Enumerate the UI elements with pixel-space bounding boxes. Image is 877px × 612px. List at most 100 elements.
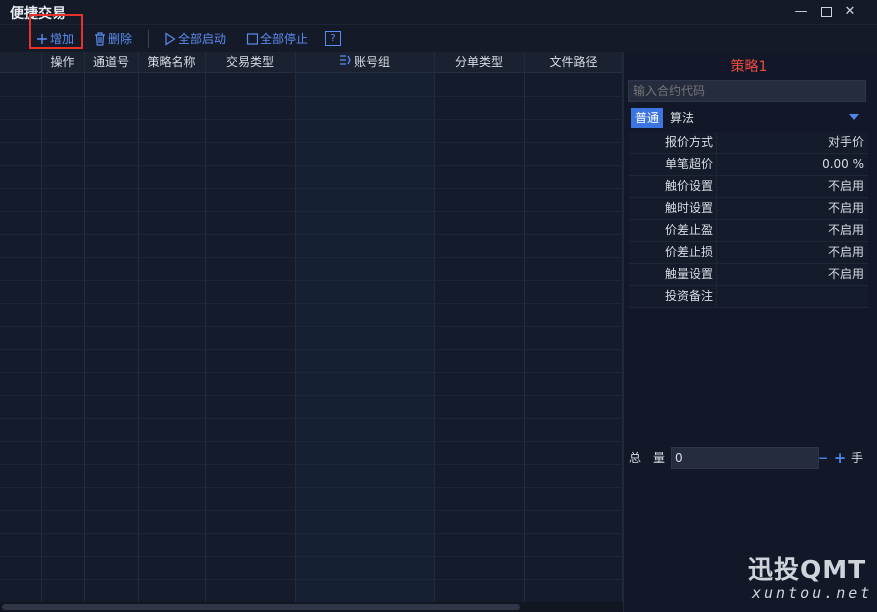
toolbar: 增加 删除 全部启动 全部停止 ? bbox=[0, 25, 877, 52]
account-group-column-bg bbox=[295, 73, 434, 602]
grid-row-divider bbox=[0, 349, 623, 350]
column-header-file-path[interactable]: 文件路径 bbox=[524, 52, 623, 73]
grid-row-divider bbox=[0, 533, 623, 534]
contract-code-input[interactable] bbox=[628, 80, 866, 102]
grid-row-divider bbox=[0, 280, 623, 281]
grid-row-divider bbox=[0, 395, 623, 396]
add-button-label: 增加 bbox=[50, 32, 75, 46]
help-button[interactable]: ? bbox=[325, 31, 341, 46]
grid-row-divider bbox=[0, 303, 623, 304]
column-header-operation[interactable]: 操作 bbox=[41, 52, 84, 73]
account-group-label: 账号组 bbox=[353, 55, 390, 69]
grid-row-divider bbox=[0, 188, 623, 189]
grid-row-divider bbox=[0, 211, 623, 212]
grid-row-divider bbox=[0, 234, 623, 235]
column-header-split-type[interactable]: 分单类型 bbox=[434, 52, 524, 73]
grid-column-divider bbox=[84, 52, 85, 602]
grid-row-divider bbox=[0, 487, 623, 488]
total-quantity-label: 总量 bbox=[629, 451, 678, 465]
account-group-icon bbox=[339, 52, 351, 72]
chevron-down-icon[interactable] bbox=[849, 114, 859, 120]
decrease-quantity-button[interactable]: − bbox=[817, 447, 829, 469]
param-value[interactable]: 不启用 bbox=[718, 176, 868, 197]
param-value[interactable]: 对手价 bbox=[718, 132, 868, 153]
param-name: 价差止盈 bbox=[629, 220, 717, 241]
minimize-button[interactable]: — bbox=[791, 3, 811, 21]
trash-icon bbox=[94, 30, 106, 53]
grid-column-divider bbox=[295, 52, 296, 602]
start-all-button[interactable]: 全部启动 bbox=[164, 30, 226, 48]
grid-row-divider bbox=[0, 326, 623, 327]
grid-row-divider bbox=[0, 510, 623, 511]
param-table: 报价方式 对手价 单笔超价 0.00 % 触价设置 不启用 触时设置 不启用 价差止盈不… bbox=[629, 132, 868, 308]
grid-row-divider bbox=[0, 418, 623, 419]
grid-row-divider bbox=[0, 119, 623, 120]
mode-normal-tab[interactable]: 普通 bbox=[631, 108, 663, 128]
mode-algo-tab[interactable]: 算法 bbox=[670, 108, 694, 128]
param-row: 触量设置 不启用 bbox=[629, 264, 868, 286]
quantity-unit: 手 bbox=[851, 451, 864, 465]
plus-icon bbox=[36, 30, 48, 53]
param-name: 触时设置 bbox=[629, 198, 717, 219]
grid-column-divider bbox=[41, 52, 42, 602]
column-header-strategy-name[interactable]: 策略名称 bbox=[138, 52, 205, 73]
strategy-title: 策略1 bbox=[730, 59, 768, 75]
grid-column-divider bbox=[138, 52, 139, 602]
param-value[interactable]: 不启用 bbox=[718, 242, 868, 263]
grid-column-divider bbox=[434, 52, 435, 602]
stop-all-button[interactable]: 全部停止 bbox=[246, 30, 308, 48]
grid-row-divider bbox=[0, 464, 623, 465]
grid-column-divider bbox=[205, 52, 206, 602]
param-name: 报价方式 bbox=[629, 132, 717, 153]
param-row: 投资备注 bbox=[629, 286, 868, 308]
grid-column-divider bbox=[524, 52, 525, 602]
param-value[interactable]: 不启用 bbox=[718, 220, 868, 241]
table-header: 操作 通道号 策略名称 交易类型 账号组 分单类型 文件路径 bbox=[0, 52, 623, 73]
start-all-label: 全部启动 bbox=[178, 32, 227, 46]
param-row: 触时设置 不启用 bbox=[629, 198, 868, 220]
play-icon bbox=[164, 30, 176, 53]
column-header-account-group[interactable]: 账号组 bbox=[295, 52, 434, 73]
window-title: 便捷交易 bbox=[10, 6, 66, 22]
grid-row-divider bbox=[0, 96, 623, 97]
param-name: 触量设置 bbox=[629, 264, 717, 285]
grid-row-divider bbox=[0, 556, 623, 557]
param-row: 单笔超价 0.00 % bbox=[629, 154, 868, 176]
title-bar: 便捷交易 — ✕ bbox=[0, 0, 877, 25]
delete-button-label: 删除 bbox=[108, 32, 133, 46]
param-row: 报价方式 对手价 bbox=[629, 132, 868, 154]
param-value[interactable]: 不启用 bbox=[718, 198, 868, 219]
close-button[interactable]: ✕ bbox=[840, 3, 860, 21]
horizontal-scrollbar[interactable] bbox=[0, 602, 623, 612]
param-row: 价差止盈 不启用 bbox=[629, 220, 868, 242]
grid-row-divider bbox=[0, 257, 623, 258]
param-name: 触价设置 bbox=[629, 176, 717, 197]
column-header-trade-type[interactable]: 交易类型 bbox=[205, 52, 295, 73]
maximize-button[interactable] bbox=[816, 3, 836, 21]
param-row: 价差止损 不启用 bbox=[629, 242, 868, 264]
increase-quantity-button[interactable]: + bbox=[833, 447, 847, 469]
watermark-brand: 迅投QMT bbox=[748, 555, 867, 584]
quantity-input[interactable]: 0 bbox=[671, 447, 819, 469]
param-row: 触价设置 不启用 bbox=[629, 176, 868, 198]
param-value[interactable]: 不启用 bbox=[718, 264, 868, 285]
column-header-channel[interactable]: 通道号 bbox=[84, 52, 138, 73]
maximize-icon bbox=[820, 6, 832, 17]
grid-row-divider bbox=[0, 441, 623, 442]
stop-all-label: 全部停止 bbox=[260, 32, 309, 46]
toolbar-divider bbox=[148, 30, 149, 48]
delete-button[interactable]: 删除 bbox=[94, 30, 132, 48]
grid-row-divider bbox=[0, 579, 623, 580]
strategy-table: 操作 通道号 策略名称 交易类型 账号组 分单类型 文件路径 bbox=[0, 52, 623, 602]
grid-row-divider bbox=[0, 142, 623, 143]
horizontal-scrollbar-thumb[interactable] bbox=[2, 604, 520, 610]
add-button[interactable]: 增加 bbox=[36, 30, 74, 48]
stop-icon bbox=[246, 30, 259, 53]
grid-row-divider bbox=[0, 165, 623, 166]
watermark-url: xuntou.net bbox=[752, 584, 873, 602]
param-value[interactable] bbox=[718, 286, 868, 307]
param-value[interactable]: 0.00 % bbox=[718, 154, 868, 175]
param-name: 投资备注 bbox=[629, 286, 717, 307]
param-name: 价差止损 bbox=[629, 242, 717, 263]
grid-row-divider bbox=[0, 372, 623, 373]
